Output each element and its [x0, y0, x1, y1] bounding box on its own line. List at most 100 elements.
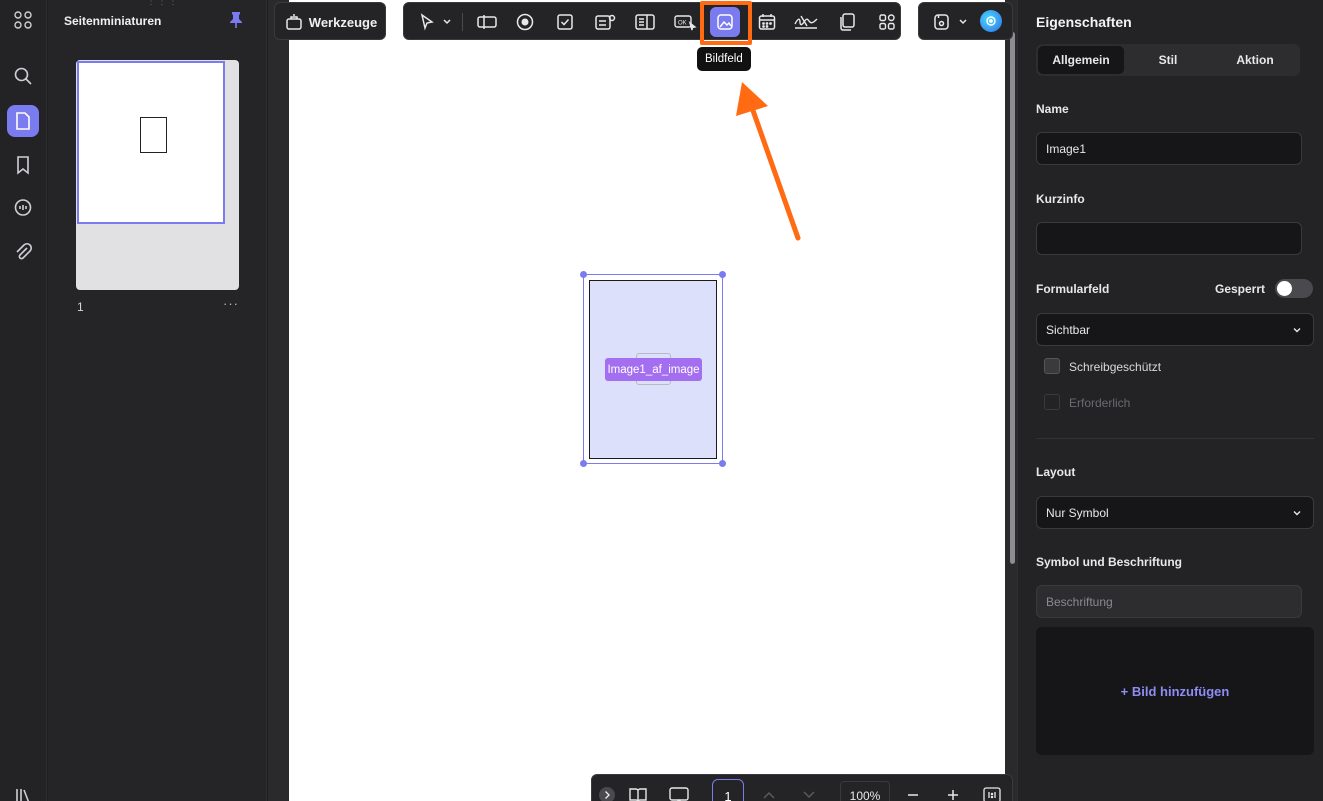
image-field-label: Image1_af_image — [605, 358, 702, 381]
pin-icon[interactable] — [228, 11, 244, 29]
page-navigation-bar: 1 100% — [591, 774, 1013, 801]
fit-page-icon — [983, 787, 1001, 801]
visibility-select[interactable]: Sichtbar — [1036, 313, 1314, 346]
checkbox-tool[interactable] — [550, 7, 580, 37]
add-image-button[interactable]: + Bild hinzufügen — [1036, 627, 1314, 755]
select-tool-button[interactable] — [410, 7, 458, 37]
highlight-box — [700, 1, 752, 45]
required-label: Erforderlich — [1069, 396, 1131, 410]
tools-toolbar: Werkzeuge — [274, 2, 386, 40]
zoom-in-button[interactable] — [944, 785, 962, 801]
cursor-icon — [420, 13, 451, 31]
save-toolbar — [918, 2, 1013, 40]
thumbnail-page-preview — [77, 61, 225, 224]
scrollbar-thumb[interactable] — [1010, 32, 1015, 564]
tooltip-label: Kurzinfo — [1036, 192, 1085, 206]
search-icon[interactable] — [7, 60, 39, 92]
tools-label: Werkzeuge — [308, 14, 378, 30]
orange-arrow-annotation — [736, 82, 801, 241]
tab-allgemein[interactable]: Allgemein — [1038, 46, 1124, 74]
visibility-value: Sichtbar — [1046, 322, 1091, 337]
signature-icon — [794, 15, 818, 29]
layout-label: Layout — [1036, 465, 1076, 479]
screen-icon — [669, 787, 689, 801]
reading-mode-button[interactable] — [628, 785, 648, 801]
caption-input[interactable]: Beschriftung — [1036, 585, 1302, 618]
duplicate-fields-tool[interactable] — [832, 7, 862, 37]
list-box-tool[interactable] — [630, 7, 660, 37]
chevron-down-icon — [803, 791, 815, 799]
tooltip-input[interactable] — [1036, 222, 1302, 255]
locked-toggle[interactable] — [1275, 279, 1313, 298]
toolbox-icon — [286, 14, 302, 30]
vertical-scrollbar[interactable] — [1008, 0, 1016, 801]
actual-size-button[interactable] — [982, 785, 1002, 801]
resize-handle-bottom-left[interactable] — [580, 460, 587, 467]
form-tools-toolbar: OK — [403, 2, 901, 40]
save-icon — [934, 14, 967, 30]
ai-assistant-icon[interactable] — [980, 10, 1002, 32]
tools-button[interactable]: Werkzeuge — [283, 7, 379, 37]
signature-field-tool[interactable] — [790, 7, 822, 37]
name-label: Name — [1036, 102, 1069, 116]
book-icon — [629, 788, 647, 801]
thumbnail-page-number: 1 — [77, 300, 84, 314]
required-checkbox[interactable] — [1044, 394, 1060, 410]
date-field-tool[interactable] — [752, 7, 782, 37]
svg-text:OK: OK — [678, 21, 687, 27]
name-input[interactable]: Image1 — [1036, 132, 1302, 165]
tab-stil[interactable]: Stil — [1124, 46, 1212, 74]
grid-icon — [879, 14, 895, 30]
expand-bar-button[interactable] — [598, 785, 616, 801]
more-form-tools[interactable] — [872, 7, 902, 37]
previous-page-button[interactable] — [760, 785, 778, 801]
next-page-button[interactable] — [800, 785, 818, 801]
bookmark-icon[interactable] — [7, 149, 39, 181]
text-field-icon — [477, 15, 497, 29]
page-thumbnail[interactable] — [76, 60, 239, 290]
thumbnail-panel-title: Seitenminiaturen — [64, 14, 162, 28]
combo-box-icon — [595, 14, 616, 30]
page-thumbnails-icon[interactable] — [7, 105, 39, 137]
readonly-checkbox[interactable] — [1044, 358, 1060, 374]
presentation-button[interactable] — [668, 785, 690, 801]
thumbnail-more-button[interactable]: ··· — [223, 296, 239, 311]
ok-button-icon: OK — [674, 15, 697, 31]
list-box-icon — [635, 14, 655, 30]
resize-handle-top-right[interactable] — [719, 271, 726, 278]
layout-select[interactable]: Nur Symbol — [1036, 496, 1314, 529]
copy-icon — [840, 13, 855, 31]
properties-tabs: Allgemein Stil Aktion — [1036, 44, 1300, 76]
button-tool[interactable]: OK — [670, 7, 700, 37]
calendar-icon — [758, 14, 776, 30]
page-number-input[interactable]: 1 — [712, 779, 744, 801]
panel-drag-handle[interactable]: ⋮⋮⋮ — [146, 0, 179, 7]
chevron-down-icon — [1293, 511, 1301, 516]
section-divider — [1036, 438, 1314, 439]
combo-box-tool[interactable] — [590, 7, 620, 37]
thumbnail-panel: ⋮⋮⋮ Seitenminiaturen 1 ··· — [48, 0, 267, 801]
properties-panel: Eigenschaften Allgemein Stil Aktion Name… — [1017, 0, 1323, 801]
resize-handle-top-left[interactable] — [580, 271, 587, 278]
zoom-out-button[interactable] — [904, 785, 922, 801]
save-menu-button[interactable] — [925, 7, 975, 37]
locked-label: Gesperrt — [1215, 282, 1266, 296]
apps-grid-icon[interactable] — [7, 4, 39, 36]
checkbox-icon — [557, 14, 573, 30]
zoom-level[interactable]: 100% — [840, 781, 890, 801]
thumbnail-field-preview — [140, 117, 167, 153]
image-field-tooltip: Bildfeld — [697, 47, 751, 71]
tab-aktion[interactable]: Aktion — [1212, 46, 1298, 74]
layout-value: Nur Symbol — [1046, 505, 1109, 520]
plus-icon — [948, 790, 958, 800]
readonly-label: Schreibgeschützt — [1069, 360, 1162, 374]
resize-handle-bottom-right[interactable] — [719, 460, 726, 467]
symbol-caption-label: Symbol und Beschriftung — [1036, 555, 1183, 569]
form-field-label: Formularfeld — [1036, 282, 1110, 296]
radio-button-tool[interactable] — [510, 7, 540, 37]
library-icon[interactable] — [7, 780, 39, 801]
text-field-button[interactable] — [472, 7, 502, 37]
comments-icon[interactable] — [7, 192, 39, 224]
attachment-icon[interactable] — [7, 236, 39, 268]
chevron-down-icon — [1293, 328, 1301, 333]
